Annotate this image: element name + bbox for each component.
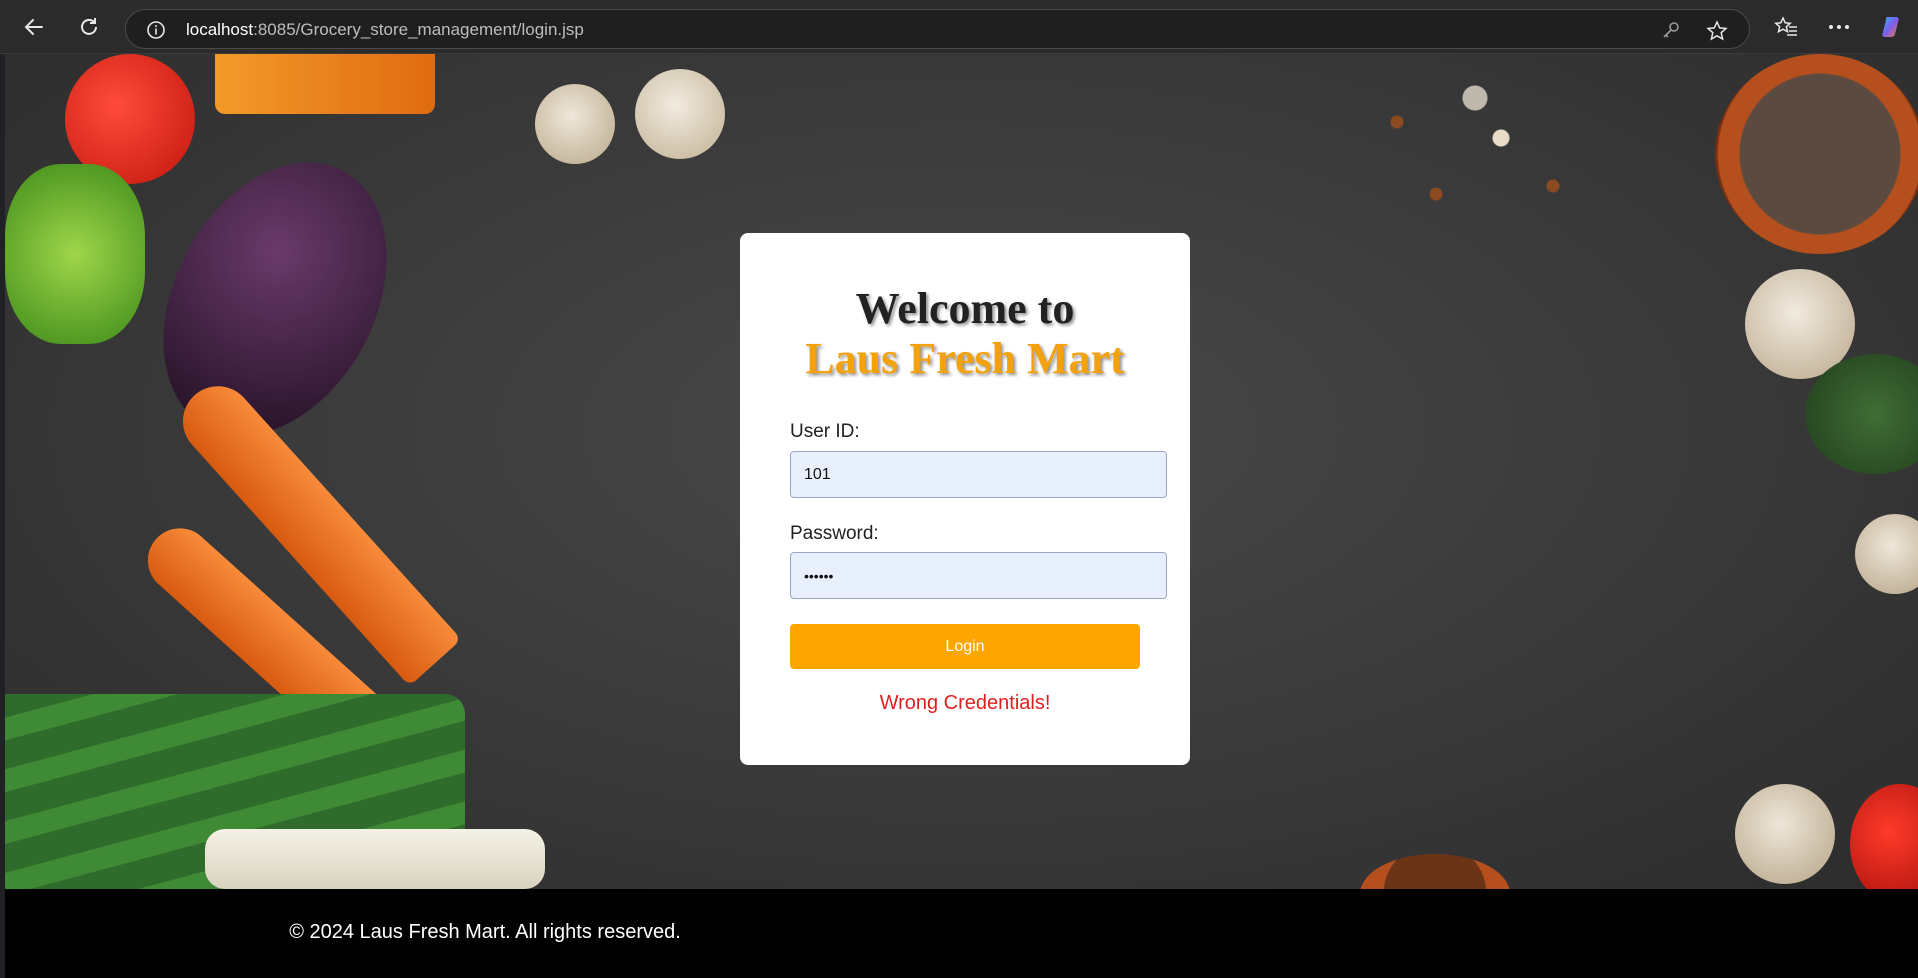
pumpkin-image (215, 54, 435, 114)
back-icon (24, 19, 43, 35)
userid-label: User ID: (790, 421, 860, 442)
address-bar[interactable]: localhost:8085/Grocery_store_management/… (125, 9, 1750, 49)
browser-toolbar: localhost:8085/Grocery_store_management/… (0, 0, 1918, 54)
favorites-icon (1774, 16, 1797, 36)
userid-input[interactable]: 101 (790, 451, 1167, 498)
back-button[interactable] (16, 9, 52, 45)
more-icon (1829, 25, 1849, 29)
url-path: :8085/Grocery_store_management/login.jsp (253, 20, 584, 39)
password-input[interactable]: •••••• (790, 552, 1167, 599)
copilot-button[interactable] (1874, 9, 1910, 45)
welcome-heading: Welcome to (855, 284, 1075, 333)
page-background: Welcome to Laus Fresh Mart User ID: 101 … (5, 54, 1918, 889)
favorites-button[interactable] (1768, 9, 1804, 45)
login-button[interactable]: Login (790, 624, 1140, 669)
more-button[interactable] (1821, 9, 1857, 45)
copilot-icon (1882, 17, 1899, 37)
beans-image (1345, 74, 1605, 234)
mushroom-image-2 (635, 69, 725, 159)
key-icon[interactable] (1661, 20, 1681, 40)
login-card: Welcome to Laus Fresh Mart User ID: 101 … (740, 233, 1190, 765)
store-name-heading: Laus Fresh Mart (805, 334, 1125, 383)
footer: © 2024 Laus Fresh Mart. All rights reser… (5, 889, 1918, 978)
refresh-button[interactable] (71, 9, 107, 45)
refresh-icon (81, 18, 97, 35)
error-message: Wrong Credentials! (879, 692, 1051, 714)
mushroom-image-5 (1735, 784, 1835, 884)
url-host: localhost (186, 20, 254, 39)
copyright-text: © 2024 Laus Fresh Mart. All rights reser… (289, 921, 681, 943)
mushroom-image-4 (1855, 514, 1918, 594)
eggplant-image (118, 124, 432, 474)
url-text[interactable]: localhost:8085/Grocery_store_management/… (186, 20, 584, 40)
leek-stem-image (205, 829, 545, 889)
info-icon[interactable] (146, 20, 166, 40)
mushroom-image (535, 84, 615, 164)
red-pepper-image (1850, 784, 1918, 889)
spice-bowl-image (1715, 54, 1918, 254)
star-icon[interactable] (1706, 20, 1728, 42)
password-label: Password: (790, 523, 879, 544)
beans-bowl-image (1360, 854, 1510, 889)
pepper-image (5, 164, 145, 344)
